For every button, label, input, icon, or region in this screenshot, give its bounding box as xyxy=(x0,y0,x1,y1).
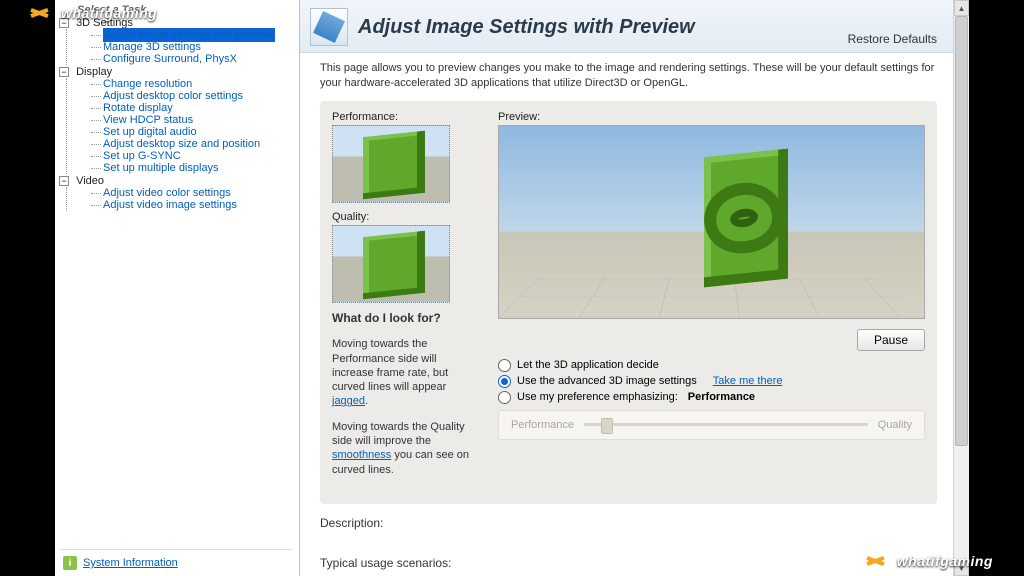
nav-video-color[interactable]: Adjust video color settings xyxy=(103,187,231,199)
watermark-icon xyxy=(29,4,55,22)
quality-slider: Performance Quality xyxy=(498,410,925,440)
pause-button[interactable]: Pause xyxy=(857,329,925,351)
watermark-icon xyxy=(865,552,891,570)
settings-panel: Performance: Quality: What do I look for… xyxy=(320,101,937,504)
nav-change-resolution[interactable]: Change resolution xyxy=(103,78,192,90)
nav-configure-surround[interactable]: Configure Surround, PhysX xyxy=(103,53,237,65)
radio-label: Use the advanced 3D image settings xyxy=(517,375,697,387)
help-text: . xyxy=(365,395,368,407)
main-content: Adjust Image Settings with Preview Resto… xyxy=(300,0,953,576)
slider-label-right: Quality xyxy=(878,419,912,431)
quality-thumb-label: Quality: xyxy=(332,211,480,223)
help-link-jagged[interactable]: jagged xyxy=(332,395,365,407)
header-icon xyxy=(310,8,348,46)
nav-desktop-size-pos[interactable]: Adjust desktop size and position xyxy=(103,138,260,150)
info-icon: i xyxy=(63,556,77,570)
nvidia-logo-3d xyxy=(686,153,806,283)
slider-track[interactable] xyxy=(584,423,868,426)
radio-icon xyxy=(498,359,511,372)
preference-value: Performance xyxy=(688,391,755,403)
nav-video-image[interactable]: Adjust video image settings xyxy=(103,199,237,211)
watermark-top-left: whatifgaming xyxy=(29,4,157,22)
performance-thumbnail xyxy=(332,125,450,203)
system-information-link[interactable]: System Information xyxy=(83,557,178,569)
tree-group-label: Display xyxy=(76,66,112,78)
radio-icon xyxy=(498,375,511,388)
page-header: Adjust Image Settings with Preview Resto… xyxy=(300,0,953,53)
radio-advanced-3d[interactable]: Use the advanced 3D image settings Take … xyxy=(498,375,925,388)
help-link-smoothness[interactable]: smoothness xyxy=(332,449,391,461)
help-text: Moving towards the Performance side will… xyxy=(332,338,448,393)
description-label: Description: xyxy=(320,516,937,530)
radio-use-preference[interactable]: Use my preference emphasizing: Performan… xyxy=(498,391,925,404)
nav-hdcp-status[interactable]: View HDCP status xyxy=(103,114,193,126)
watermark-text: whatifgaming xyxy=(897,553,993,569)
tree-toggle-icon[interactable]: − xyxy=(59,176,69,186)
nav-desktop-color[interactable]: Adjust desktop color settings xyxy=(103,90,243,102)
preview-label: Preview: xyxy=(498,111,925,123)
watermark-bottom-right: whatifgaming xyxy=(865,552,993,570)
nav-digital-audio[interactable]: Set up digital audio xyxy=(103,126,197,138)
take-me-there-link[interactable]: Take me there xyxy=(713,375,783,387)
nav-rotate-display[interactable]: Rotate display xyxy=(103,102,173,114)
slider-label-left: Performance xyxy=(511,419,574,431)
tree-toggle-icon[interactable]: − xyxy=(59,67,69,77)
preview-viewport xyxy=(498,125,925,319)
nav-gsync[interactable]: Set up G-SYNC xyxy=(103,150,181,162)
help-text: Moving towards the Quality side will imp… xyxy=(332,421,465,447)
nav-tree: − 3D Settings Adjust image settings with… xyxy=(59,16,293,211)
scroll-up-icon[interactable]: ▲ xyxy=(954,0,969,16)
scrollbar-thumb[interactable] xyxy=(955,16,968,446)
restore-defaults-link[interactable]: Restore Defaults xyxy=(848,32,937,46)
page-title: Adjust Image Settings with Preview xyxy=(358,16,695,39)
help-title: What do I look for? xyxy=(332,311,480,327)
quality-thumbnail xyxy=(332,225,450,303)
intro-text: This page allows you to preview changes … xyxy=(320,61,937,91)
radio-label: Let the 3D application decide xyxy=(517,359,659,371)
help-box: What do I look for? Moving towards the P… xyxy=(332,311,480,477)
performance-thumb-label: Performance: xyxy=(332,111,480,123)
watermark-text: whatifgaming xyxy=(61,5,157,21)
nav-multiple-displays[interactable]: Set up multiple displays xyxy=(103,162,219,174)
radio-let-app-decide[interactable]: Let the 3D application decide xyxy=(498,359,925,372)
nav-manage-3d[interactable]: Manage 3D settings xyxy=(103,41,201,53)
sidebar: Select a Task... − 3D Settings Adjust im… xyxy=(55,0,300,576)
vertical-scrollbar[interactable]: ▲ ▼ xyxy=(953,0,969,576)
scenarios-label: Typical usage scenarios: xyxy=(320,556,937,570)
radio-label: Use my preference emphasizing: xyxy=(517,391,678,403)
nav-adjust-image-preview[interactable]: Adjust image settings with preview xyxy=(103,28,275,42)
radio-icon xyxy=(498,391,511,404)
tree-group-label: Video xyxy=(76,175,104,187)
